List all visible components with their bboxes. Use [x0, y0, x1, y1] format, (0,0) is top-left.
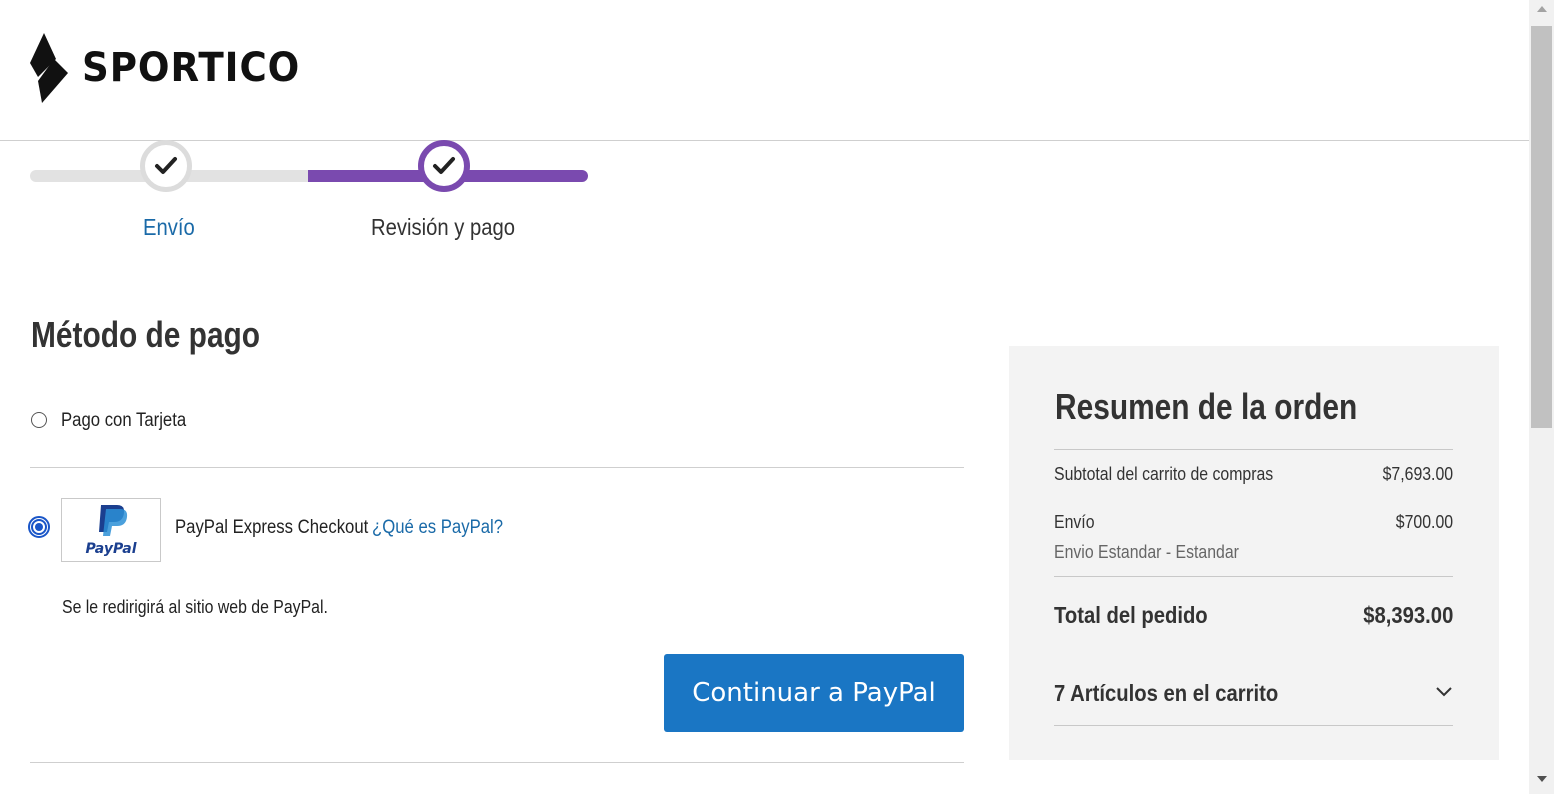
sportico-diamond-icon [30, 33, 68, 103]
check-icon [155, 157, 177, 174]
paypal-logo-icon: PayPal [85, 505, 137, 557]
cart-items-toggle[interactable]: 7 Artículos en el carrito [1054, 680, 1278, 707]
summary-divider [1054, 576, 1453, 577]
scroll-down-icon[interactable] [1537, 776, 1547, 782]
scroll-up-icon[interactable] [1537, 6, 1547, 12]
summary-divider [1054, 449, 1453, 450]
card-payment-label[interactable]: Pago con Tarjeta [61, 410, 186, 432]
paypal-payment-label[interactable]: PayPal Express Checkout [175, 517, 368, 539]
payment-divider [30, 467, 964, 468]
payment-bottom-divider [30, 762, 964, 763]
order-total-label: Total del pedido [1054, 602, 1208, 628]
payment-method-title: Método de pago [31, 314, 261, 355]
card-payment-radio[interactable] [31, 412, 47, 428]
order-summary-title: Resumen de la orden [1055, 386, 1358, 427]
step-shipping-label[interactable]: Envío [143, 214, 195, 241]
logo-text: SPORTICO [82, 45, 301, 91]
step-review-circle [418, 140, 470, 192]
chevron-down-icon[interactable] [1435, 682, 1453, 700]
check-icon [433, 157, 455, 174]
paypal-redirect-note: Se le redirigirá al sitio web de PayPal. [62, 597, 328, 617]
order-total-value: $8,393.00 [1362, 602, 1453, 628]
page-scrollbar[interactable] [1529, 0, 1554, 794]
shipping-method: Envio Estandar - Estandar [1054, 542, 1239, 562]
shipping-label: Envío [1054, 512, 1095, 532]
paypal-payment-radio[interactable] [28, 516, 50, 538]
continue-to-paypal-button[interactable]: Continuar a PayPal [664, 654, 964, 732]
scrollbar-thumb[interactable] [1531, 26, 1552, 428]
summary-divider [1054, 725, 1453, 726]
subtotal-value: $7,693.00 [1382, 464, 1453, 484]
step-review-label: Revisión y pago [371, 214, 516, 240]
site-header: SPORTICO [0, 0, 1529, 141]
paypal-logo: PayPal [61, 498, 161, 562]
subtotal-label: Subtotal del carrito de compras [1054, 464, 1274, 484]
order-summary: Resumen de la orden Subtotal del carrito… [1009, 346, 1499, 760]
shipping-value: $700.00 [1395, 512, 1453, 532]
site-logo[interactable]: SPORTICO [30, 33, 317, 103]
step-shipping-circle[interactable] [140, 140, 192, 192]
checkout-progress: Envío Revisión y pago [30, 140, 590, 260]
checkout-page: SPORTICO Envío Revisión y pago Método de… [0, 0, 1554, 794]
svg-text:PayPal: PayPal [85, 541, 136, 557]
what-is-paypal-link[interactable]: ¿Qué es PayPal? [372, 517, 503, 539]
